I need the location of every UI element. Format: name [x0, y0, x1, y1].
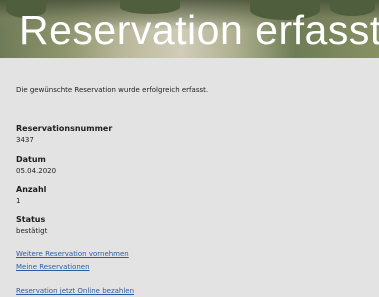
confirmation-panel: Die gewünschte Reservation wurde erfolgr…: [0, 58, 379, 297]
date-value: 05.04.2020: [16, 167, 57, 175]
status-label: Status: [16, 215, 46, 224]
pay-online-link[interactable]: Reservation jetzt Online bezahlen: [16, 287, 134, 295]
new-reservation-link[interactable]: Weitere Reservation vornehmen: [16, 250, 129, 258]
page: Reservation erfasst Die gewünschte Reser…: [0, 0, 379, 297]
reservation-number-value: 3437: [16, 136, 34, 144]
status-value: bestätigt: [16, 227, 48, 235]
confirmation-message: Die gewünschte Reservation wurde erfolgr…: [16, 86, 209, 94]
page-title: Reservation erfasst: [19, 7, 379, 53]
reservation-number-label: Reservationsnummer: [16, 124, 113, 133]
hero-banner: Reservation erfasst: [0, 0, 379, 64]
date-label: Datum: [16, 155, 46, 164]
quantity-label: Anzahl: [16, 185, 47, 194]
quantity-value: 1: [16, 197, 21, 205]
my-reservations-link[interactable]: Meine Reservationen: [16, 263, 90, 271]
